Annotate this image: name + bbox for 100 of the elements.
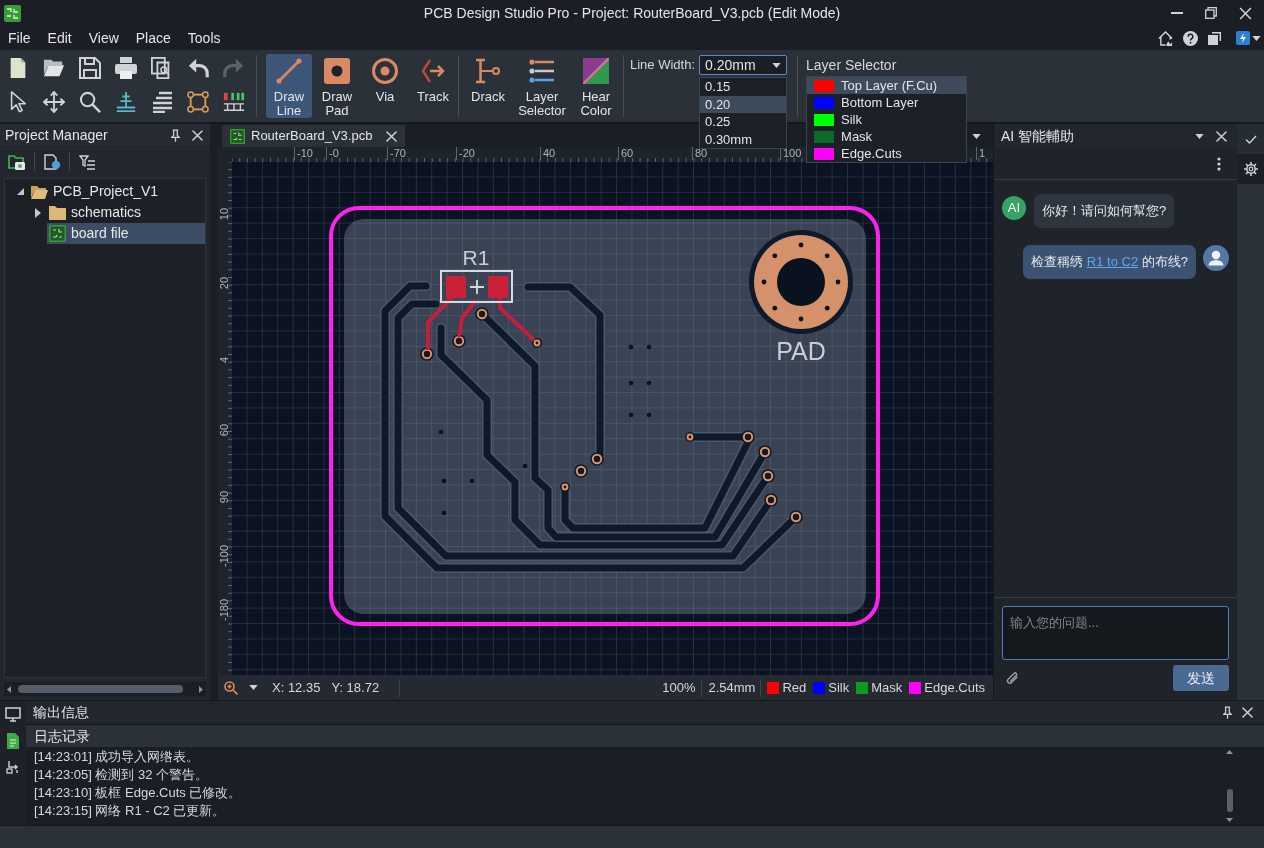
collapsed-caret-icon[interactable] (35, 207, 41, 218)
tool-button[interactable]: Draw Line (266, 54, 312, 118)
restore-icon[interactable] (1205, 7, 1217, 19)
dropdown-option[interactable]: 0.30mm (700, 130, 787, 148)
layer-option[interactable]: Edge.Cuts (807, 145, 967, 162)
help-icon[interactable] (1183, 30, 1198, 46)
tool-button[interactable]: Via (362, 54, 408, 118)
tree-item[interactable]: PCB_Project_V1 (29, 181, 205, 202)
menu-item[interactable]: View (88, 27, 119, 49)
track-icon (420, 58, 446, 84)
ruler-label: 20 (218, 276, 230, 290)
section-label: Layer Selector (806, 57, 897, 73)
ai-avatar: AI (1002, 196, 1026, 220)
layer-option[interactable]: Top Layer (F.Cu) (807, 77, 967, 94)
layers-icon (529, 58, 555, 84)
tool-button[interactable]: Draw Pad (314, 54, 360, 118)
tool-button[interactable]: Drack (463, 54, 513, 118)
pin-icon[interactable] (171, 128, 180, 142)
check-icon[interactable] (1244, 134, 1257, 144)
components-icon[interactable] (223, 91, 245, 113)
drill-hole (628, 412, 634, 418)
document-link-icon[interactable] (44, 154, 60, 170)
expanded-caret-icon[interactable] (16, 188, 24, 195)
zoom-in-icon[interactable] (224, 680, 238, 695)
pin-icon[interactable] (1223, 706, 1232, 719)
close-tab-icon[interactable] (386, 130, 398, 142)
print-icon[interactable] (115, 57, 137, 79)
log-header: 日志记录 (34, 726, 90, 746)
align-icon[interactable] (115, 91, 137, 113)
scroll-left-icon[interactable] (7, 685, 11, 693)
layer-option[interactable]: Bottom Layer (807, 94, 967, 111)
via (420, 347, 434, 361)
pcb-file-icon (230, 128, 245, 144)
tree-item[interactable]: board file (47, 223, 205, 244)
folder-add-icon[interactable] (8, 154, 25, 170)
caret-down-icon[interactable] (1195, 133, 1204, 139)
editor-tab[interactable]: RouterBoard_V3.pcb (222, 125, 406, 147)
copper-route (426, 296, 454, 350)
drill-hole (441, 510, 447, 516)
frame-icon[interactable] (187, 91, 209, 113)
tree-item[interactable]: schematics (47, 202, 205, 223)
app-badge-icon[interactable] (1236, 31, 1250, 45)
move-icon[interactable] (43, 91, 65, 113)
tool-button[interactable]: Layer Selector (517, 54, 567, 118)
monitor-icon[interactable] (5, 707, 21, 722)
legend-label: Silk (828, 678, 850, 697)
close-icon[interactable] (1216, 130, 1227, 142)
ruler-label: 4 (218, 356, 230, 364)
list-icon[interactable] (151, 91, 173, 113)
pcb-file-icon (49, 225, 66, 242)
filter-list-icon[interactable] (79, 154, 95, 170)
settings-icon[interactable] (1243, 162, 1258, 176)
horizontal-scrollbar[interactable] (4, 682, 206, 696)
ruler-label: 1 (976, 147, 986, 160)
layer-option[interactable]: Silk (807, 111, 967, 128)
layer-option[interactable]: Mask (807, 128, 967, 145)
caret-down-icon[interactable] (772, 62, 782, 68)
windows-icon[interactable] (1208, 31, 1222, 45)
paperclip-icon[interactable] (1006, 670, 1019, 686)
smd-pad (446, 276, 466, 298)
dropdown-option[interactable]: 0.20 (700, 95, 787, 113)
undo-icon[interactable] (187, 57, 209, 79)
smd-pad (488, 276, 508, 298)
user-avatar-icon (1203, 245, 1229, 271)
document-icon[interactable] (6, 733, 20, 749)
scroll-right-icon[interactable] (199, 685, 203, 693)
dropdown-option[interactable]: 0.15 (700, 78, 787, 96)
caret-down-icon[interactable] (1252, 35, 1261, 41)
menu-item[interactable]: Tools (187, 27, 221, 49)
more-vertical-icon[interactable] (1217, 156, 1221, 171)
menu-item[interactable]: Place (135, 27, 171, 49)
magnifier-icon[interactable] (79, 91, 101, 113)
scrollbar-thumb[interactable] (18, 685, 183, 693)
home-icon[interactable] (1158, 30, 1173, 46)
scroll-down-icon[interactable] (1226, 818, 1233, 822)
transfer-icon[interactable] (5, 760, 21, 774)
scroll-up-icon[interactable] (1226, 750, 1233, 754)
tool-button[interactable]: Track (410, 54, 456, 118)
scrollbar-thumb[interactable] (1226, 789, 1233, 812)
close-icon[interactable] (1242, 707, 1253, 718)
save-icon[interactable] (79, 57, 101, 79)
via (590, 452, 604, 466)
caret-down-icon[interactable] (972, 134, 981, 139)
ruler-label: 90 (218, 490, 230, 504)
menu-item[interactable]: File (8, 27, 31, 49)
chat-input[interactable]: 输入您的问题... (1002, 606, 1229, 660)
tool-button[interactable]: Hear Color (571, 54, 621, 118)
close-icon[interactable] (192, 129, 203, 141)
caret-down-icon[interactable] (249, 685, 258, 690)
dropdown-option[interactable]: 0.25 (700, 113, 787, 131)
log-line: [14:23:01] 成功导入网绺表。 (34, 748, 201, 766)
line-width-dropdown[interactable]: 0.20mm (699, 55, 788, 75)
pad-label: PAD (776, 337, 826, 365)
open-folder-icon[interactable] (43, 57, 65, 79)
close-icon[interactable] (1239, 6, 1252, 20)
send-button[interactable]: 发送 (1173, 665, 1229, 691)
menu-item[interactable]: Edit (47, 27, 72, 49)
coordinate-y: Y: 18.72 (331, 678, 380, 697)
via (741, 430, 755, 444)
ruler-label: 80 (692, 147, 708, 160)
